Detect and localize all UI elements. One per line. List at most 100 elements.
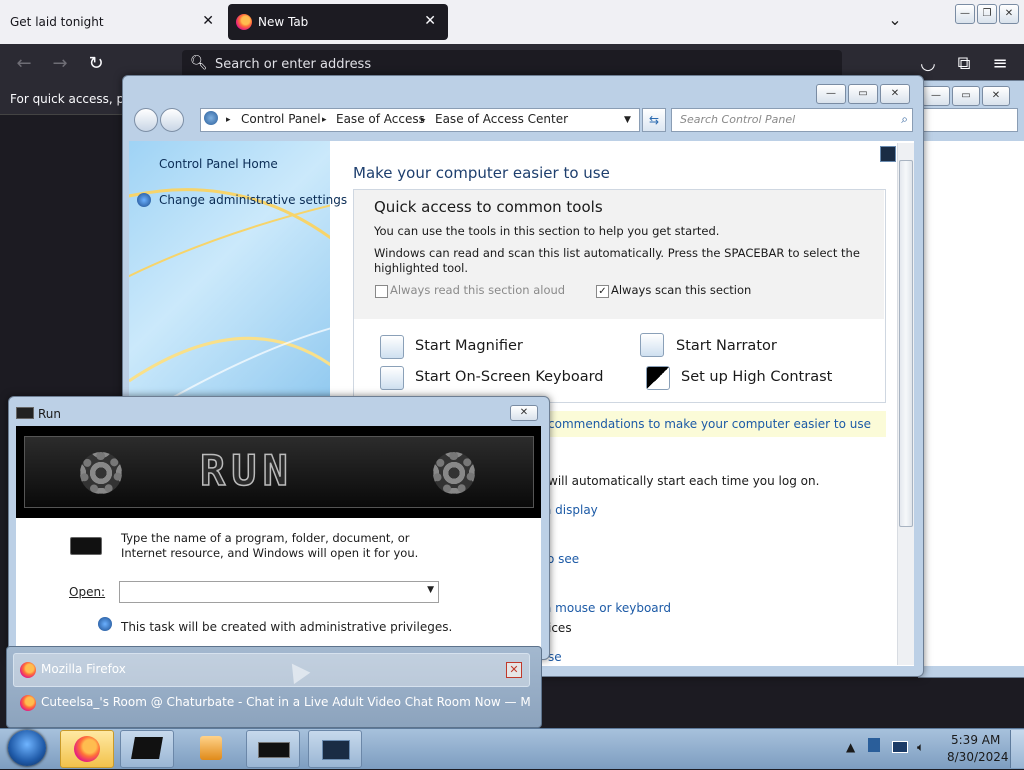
quick-access-title: Quick access to common tools [374,198,603,216]
run-dialog-title: Run [38,407,62,421]
open-combobox[interactable]: ▼ [119,581,439,603]
show-desktop-button[interactable] [1010,730,1024,768]
search-icon[interactable]: ⌕ [901,112,908,127]
background-window-controls: — ▭ ✕ [922,86,1010,106]
text-fragment: ices [548,621,572,635]
minimize-button[interactable]: — [955,4,975,24]
see-link[interactable]: o see [547,552,579,566]
address-dropdown-icon[interactable]: ▼ [624,115,631,125]
magnifier-icon [380,335,404,359]
link-fragment[interactable]: se [548,650,562,664]
help-icon[interactable] [880,146,896,162]
search-icon: 🔍︎ [190,55,208,71]
restore-button[interactable]: ❐ [977,4,997,24]
sidebar-link-control-panel-home[interactable]: Control Panel Home [159,157,278,171]
cp-sidebar [129,141,330,411]
breadcrumb-control-panel[interactable]: Control Panel [241,112,321,126]
taskbar-media-player[interactable] [186,730,238,766]
background-window-content [921,141,1024,666]
forward-arrow-icon[interactable]: → [48,52,72,76]
tab-title: Get laid tonight [10,15,104,29]
action-center-icon[interactable] [868,738,880,752]
cp-search-input[interactable]: Search Control Panel ⌕ [671,108,913,132]
dropdown-arrow-icon[interactable]: ▼ [427,585,434,595]
open-label: Open: [69,585,106,599]
clock-date[interactable]: 8/30/2024 [947,750,1009,764]
network-icon[interactable] [892,741,908,753]
breadcrumb-ease-of-access[interactable]: Ease of Access [336,112,425,126]
taskbar-run[interactable] [246,730,300,768]
breadcrumb-separator-icon: ▸ [226,115,231,125]
close-button[interactable]: ✕ [510,405,538,421]
mouse-keyboard-link[interactable]: a mouse or keyboard [544,601,671,615]
close-button[interactable]: ✕ [999,4,1019,24]
quick-access-scan-info: Windows can read and scan this list auto… [374,246,860,275]
narrator-icon [640,333,664,357]
quick-access-intro: You can use the tools in this section to… [374,224,720,238]
control-panel-window-controls: — ▭ ✕ [816,84,910,104]
minimize-button[interactable]: — [922,86,950,106]
start-narrator-link[interactable]: Start Narrator [676,338,777,354]
keyboard-icon [380,366,404,390]
breadcrumb-ease-of-access-center[interactable]: Ease of Access Center [435,112,568,126]
tab-new-tab[interactable]: New Tab ✕ [228,4,448,40]
start-onscreen-keyboard-link[interactable]: Start On-Screen Keyboard [415,369,604,385]
control-panel-icon [204,111,218,125]
gear-icon [433,452,475,494]
tab-title: New Tab [258,15,309,29]
preview-window-title[interactable]: Cuteelsa_'s Room @ Chaturbate - Chat in … [41,695,531,709]
start-button[interactable] [8,730,46,766]
extensions-icon[interactable]: ⧉ [952,52,976,76]
page-title: Make your computer easier to use [353,164,610,182]
address-placeholder: Search or enter address [215,57,372,72]
preview-app-name: Mozilla Firefox [41,662,126,676]
back-arrow-icon[interactable]: ← [12,52,36,76]
volume-icon[interactable]: 🔈︎ [917,740,924,755]
firefox-icon [74,736,100,762]
admin-privileges-note: This task will be created with administr… [121,620,453,634]
display-link[interactable]: a display [544,503,598,517]
breadcrumb-separator-icon: ▸ [322,115,327,125]
reload-icon[interactable]: ↻ [84,52,108,76]
firefox-icon [20,662,36,678]
taskbar-firefox[interactable] [60,730,114,768]
close-icon[interactable]: ✕ [506,662,522,678]
run-banner-text: RUN [199,445,294,496]
close-button[interactable]: ✕ [880,84,910,104]
maximize-button[interactable]: ▭ [848,84,878,104]
show-hidden-icons[interactable]: ▲ [846,740,855,754]
sidebar-link-admin-settings[interactable]: Change administrative settings [159,193,347,207]
close-icon[interactable]: ✕ [202,13,214,29]
breadcrumb-separator-icon: ▸ [421,115,426,125]
background-search-box[interactable] [921,108,1018,132]
close-button[interactable]: ✕ [982,86,1010,106]
taskbar-control-panel[interactable] [308,730,362,768]
maximize-button[interactable]: ▭ [952,86,980,106]
read-aloud-checkbox[interactable] [375,285,388,298]
tab-get-laid-tonight[interactable]: Get laid tonight ✕ [0,4,226,40]
scan-label: Always scan this section [611,283,752,297]
setup-high-contrast-link[interactable]: Set up High Contrast [681,369,832,385]
media-player-icon [200,736,222,760]
run-icon [16,407,34,419]
run-program-icon [70,537,102,555]
refresh-icon[interactable]: ⇆ [642,108,666,132]
sidebar-swoosh-art [129,188,330,411]
start-magnifier-link[interactable]: Start Magnifier [415,338,523,354]
clock-time[interactable]: 5:39 AM [951,733,1000,747]
forward-button[interactable] [160,108,184,132]
taskbar-app-dark[interactable] [120,730,174,768]
search-placeholder: Search Control Panel [680,113,796,126]
app-icon [131,737,163,759]
pocket-icon[interactable]: ◡ [916,52,940,76]
back-button[interactable] [134,108,158,132]
cp-scrollbar-thumb[interactable] [899,160,913,527]
minimize-button[interactable]: — [816,84,846,104]
recommendations-link[interactable]: commendations to make your computer easi… [548,417,871,431]
chevron-down-icon[interactable]: ⌄ [884,10,906,32]
close-icon[interactable]: ✕ [424,13,436,29]
scan-checkbox[interactable]: ✓ [596,285,609,298]
run-description: Type the name of a program, folder, docu… [121,531,419,560]
menu-icon[interactable]: ≡ [988,52,1012,76]
shield-icon [137,193,151,207]
